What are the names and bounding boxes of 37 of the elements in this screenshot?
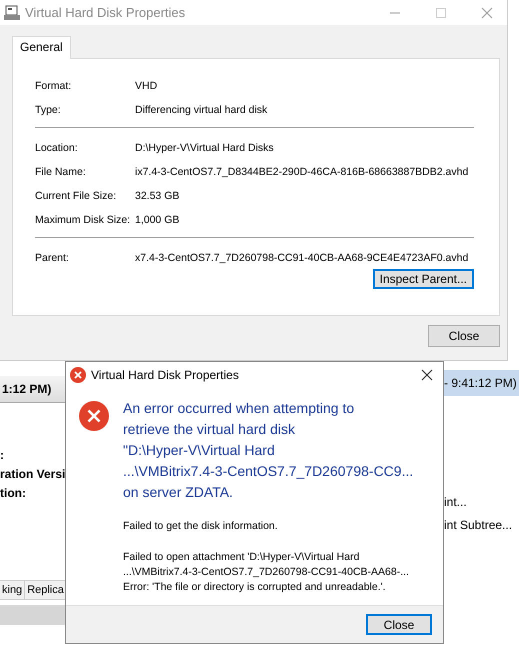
- field-value: 32.53 GB: [135, 190, 180, 202]
- pane-header: 1:12 PM): [0, 376, 66, 403]
- action-link[interactable]: int...: [444, 495, 512, 509]
- error-message: An error occurred when attempting to retrieve the virtual hard disk "D:\Hyper-V\Virtual Hard ...\VMBitrix7.4-3-CentOS7.7_7D260798-CC9... on server ZDATA.: [123, 399, 414, 502]
- close-button[interactable]: Close: [366, 614, 432, 635]
- tab[interactable]: Replica: [25, 580, 67, 600]
- error-icon: [70, 367, 86, 383]
- field-value: VHD: [135, 80, 158, 92]
- field-label: Parent:: [35, 252, 70, 264]
- pane-header: - 9:41:12 PM): [444, 370, 519, 396]
- dialog-title: Virtual Hard Disk Properties: [91, 368, 239, 382]
- field-label: Current File Size:: [35, 190, 118, 202]
- error-detail: Failed to open attachment 'D:\Hyper-V\Virtual Hard ...\VMBitrix7.4-3-CentOS7.7_7D260798-CC91-40CB-AA68-... Error: 'The file or directory is corrupted and unreadable.'.: [123, 550, 410, 595]
- field-label: tion:: [0, 486, 27, 500]
- field-label: Type:: [35, 104, 62, 116]
- disk-icon: [3, 4, 21, 20]
- tab[interactable]: king: [0, 580, 26, 600]
- field-label: Maximum Disk Size:: [35, 214, 132, 226]
- field-value: 1,000 GB: [135, 214, 180, 226]
- field-label: :: [0, 448, 5, 462]
- field-value: x7.4-3-CentOS7.7_7D260798-CC91-40CB-AA68-9CE4E4723AF0.avhd: [135, 252, 468, 264]
- field-value: D:\Hyper-V\Virtual Hard Disks: [135, 142, 274, 154]
- inspect-parent-button[interactable]: Inspect Parent...: [372, 269, 474, 289]
- close-button[interactable]: Close: [428, 325, 500, 347]
- field-label: Location:: [35, 142, 79, 154]
- field-value: ix7.4-3-CentOS7.7_D8344BE2-290D-46CA-816B-68663887BDB2.avhd: [135, 166, 468, 178]
- action-link[interactable]: int Subtree...: [444, 518, 512, 532]
- maximize-icon[interactable]: [435, 6, 447, 18]
- field-label: Format:: [35, 80, 72, 92]
- field-label: ration Versi: [0, 467, 66, 481]
- close-icon[interactable]: [421, 369, 433, 381]
- field-label: File Name:: [35, 166, 87, 178]
- tab[interactable]: General: [12, 36, 71, 59]
- error-detail: Failed to get the disk information.: [123, 519, 279, 534]
- error-icon: [79, 401, 109, 431]
- field-value: Differencing virtual hard disk: [135, 104, 268, 116]
- window-title: Virtual Hard Disk Properties: [25, 5, 186, 20]
